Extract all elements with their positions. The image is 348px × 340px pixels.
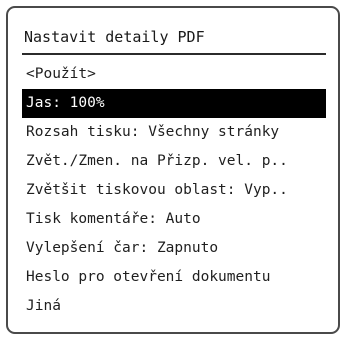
panel-title: Nastavit detaily PDF [24,28,205,46]
menu-item-print-comments[interactable]: Tisk komentáře: Auto [22,205,326,234]
menu-item-enlarge-print-area[interactable]: Zvětšit tiskovou oblast: Vyp.. [22,176,326,205]
title-divider [22,53,326,55]
menu-item-open-password[interactable]: Heslo pro otevření dokumentu [22,263,326,292]
pdf-settings-panel: Nastavit detaily PDF <Použít> Jas: 100% … [6,6,340,334]
menu-item-fit-to-paper[interactable]: Zvět./Zmen. na Přizp. vel. p.. [22,147,326,176]
menu-item-print-range[interactable]: Rozsah tisku: Všechny stránky [22,118,326,147]
menu-item-apply[interactable]: <Použít> [22,60,326,89]
menu-item-line-enhancement[interactable]: Vylepšení čar: Zapnuto [22,234,326,263]
menu-item-brightness[interactable]: Jas: 100% [22,89,326,118]
settings-menu: <Použít> Jas: 100% Rozsah tisku: Všechny… [22,60,326,321]
menu-item-other[interactable]: Jiná [22,292,326,321]
